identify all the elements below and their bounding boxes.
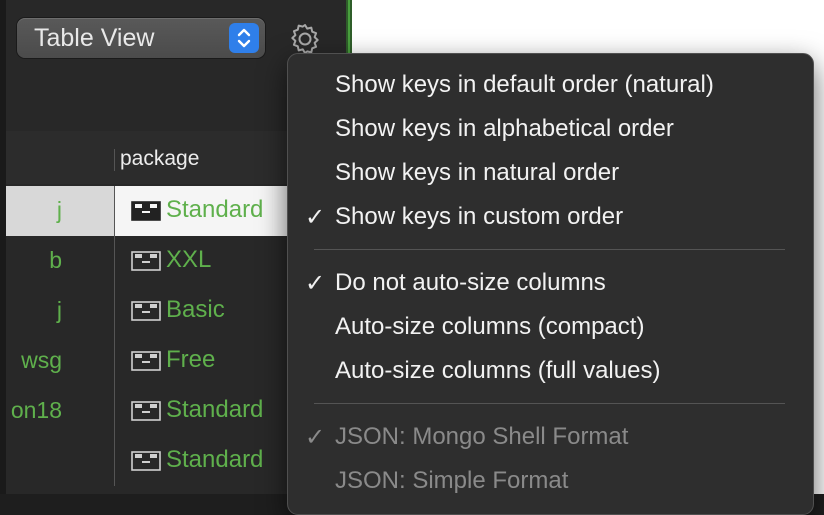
object-icon — [131, 401, 161, 421]
menu-item-label: JSON: Mongo Shell Format — [335, 423, 629, 450]
name-value: wsg — [21, 347, 62, 373]
checkmark-icon: ✓ — [305, 424, 326, 451]
name-cell[interactable]: on18 — [6, 386, 114, 436]
menu-item-label: Show keys in alphabetical order — [335, 115, 674, 142]
menu-item: ✓ JSON: Mongo Shell Format — [288, 417, 813, 461]
view-mode-label: Table View — [34, 24, 155, 52]
menu-separator — [314, 403, 785, 404]
name-cell[interactable]: j — [6, 186, 114, 236]
menu-item-label: JSON: Simple Format — [335, 467, 569, 494]
name-value: j — [56, 297, 62, 323]
name-value: b — [49, 247, 62, 273]
name-cell[interactable]: wsg — [6, 336, 114, 386]
package-value: Free — [166, 346, 216, 373]
view-mode-select[interactable]: Table View — [17, 18, 265, 58]
menu-item-label: Auto-size columns (compact) — [335, 313, 645, 340]
name-cell[interactable]: b — [6, 236, 114, 286]
menu-item: JSON: Simple Format — [288, 461, 813, 505]
name-cell[interactable]: j — [6, 286, 114, 336]
name-value: j — [56, 197, 62, 223]
checkmark-icon: ✓ — [305, 204, 326, 231]
name-value: on18 — [10, 397, 62, 423]
menu-separator — [314, 249, 785, 250]
menu-item-label: Show keys in default order (natural) — [335, 71, 714, 98]
menu-item[interactable]: Show keys in natural order — [288, 153, 813, 197]
menu-item-label: Do not auto-size columns — [335, 269, 606, 296]
name-cell[interactable] — [6, 436, 114, 486]
view-options-menu: Show keys in default order (natural) Sho… — [287, 53, 814, 515]
object-icon — [131, 201, 161, 221]
object-icon — [131, 301, 161, 321]
menu-item-label: Show keys in natural order — [335, 159, 620, 186]
column-divider[interactable] — [114, 149, 115, 171]
object-icon — [131, 451, 161, 471]
menu-item-label: Show keys in custom order — [335, 203, 624, 230]
package-value: Standard — [166, 446, 264, 473]
menu-item[interactable]: Auto-size columns (compact) — [288, 307, 813, 351]
column-header-package[interactable]: package — [120, 147, 199, 171]
checkmark-icon: ✓ — [305, 270, 326, 297]
menu-item[interactable]: Show keys in default order (natural) — [288, 65, 813, 109]
menu-item[interactable]: ✓ Do not auto-size columns — [288, 263, 813, 307]
menu-item[interactable]: Auto-size columns (full values) — [288, 351, 813, 395]
package-value: Basic — [166, 296, 225, 323]
menu-item-label: Auto-size columns (full values) — [335, 357, 661, 384]
chevron-updown-icon — [229, 23, 259, 53]
package-value: XXL — [166, 246, 212, 273]
gear-icon[interactable] — [288, 22, 322, 56]
object-icon — [131, 251, 161, 271]
menu-item[interactable]: ✓ Show keys in custom order — [288, 197, 813, 241]
package-value: Standard — [166, 396, 264, 423]
package-value: Standard — [166, 196, 264, 223]
menu-item[interactable]: Show keys in alphabetical order — [288, 109, 813, 153]
object-icon — [131, 351, 161, 371]
